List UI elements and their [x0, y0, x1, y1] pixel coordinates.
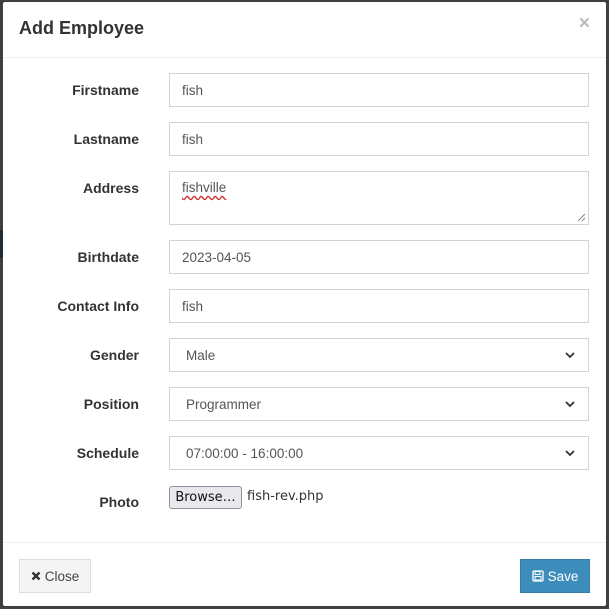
browse-button[interactable]: Browse…	[169, 486, 242, 509]
birthdate-label: Birthdate	[77, 249, 139, 265]
firstname-label: Firstname	[72, 82, 139, 98]
chevron-down-icon	[565, 352, 575, 359]
chevron-down-icon	[565, 401, 575, 408]
address-label: Address	[82, 180, 139, 196]
modal-header: Add Employee ×	[3, 2, 606, 58]
contact-info-input[interactable]: fish	[169, 289, 589, 323]
lastname-value: fish	[182, 131, 204, 147]
modal-title: Add Employee	[19, 18, 145, 38]
schedule-label: Schedule	[76, 445, 139, 461]
gender-select[interactable]: Male	[169, 338, 589, 372]
selected-file-name: fish-rev.php	[247, 489, 324, 504]
floppy-disk-icon	[531, 570, 544, 582]
photo-label: Photo	[99, 494, 139, 510]
firstname-value: fish	[182, 82, 204, 98]
close-icon[interactable]: ×	[579, 14, 590, 34]
contact-info-value: fish	[182, 298, 204, 314]
lastname-input[interactable]: fish	[169, 122, 589, 156]
close-button[interactable]: Close	[19, 559, 91, 593]
gender-selected: Male	[186, 347, 216, 363]
add-employee-modal: Add Employee × Firstname fish Lastname f…	[3, 2, 606, 606]
times-icon	[31, 571, 41, 581]
modal-footer: Close Save	[3, 542, 606, 606]
address-value: fishville	[182, 180, 227, 195]
position-selected: Programmer	[186, 396, 262, 412]
contact-info-label: Contact Info	[57, 298, 139, 314]
birthdate-value: 2023-04-05	[182, 249, 252, 265]
close-button-label: Close	[44, 568, 80, 584]
birthdate-input[interactable]: 2023-04-05	[169, 240, 589, 274]
firstname-input[interactable]: fish	[169, 73, 589, 107]
save-button-label: Save	[547, 568, 579, 584]
chevron-down-icon	[565, 450, 575, 457]
schedule-selected: 07:00:00 - 16:00:00	[186, 445, 304, 461]
lastname-label: Lastname	[73, 131, 139, 147]
save-button[interactable]: Save	[520, 559, 590, 593]
gender-label: Gender	[89, 347, 139, 363]
schedule-select[interactable]: 07:00:00 - 16:00:00	[169, 436, 589, 470]
position-label: Position	[83, 396, 139, 412]
resize-grip-icon[interactable]	[577, 213, 586, 222]
address-textarea[interactable]: fishville	[169, 171, 589, 225]
position-select[interactable]: Programmer	[169, 387, 589, 421]
